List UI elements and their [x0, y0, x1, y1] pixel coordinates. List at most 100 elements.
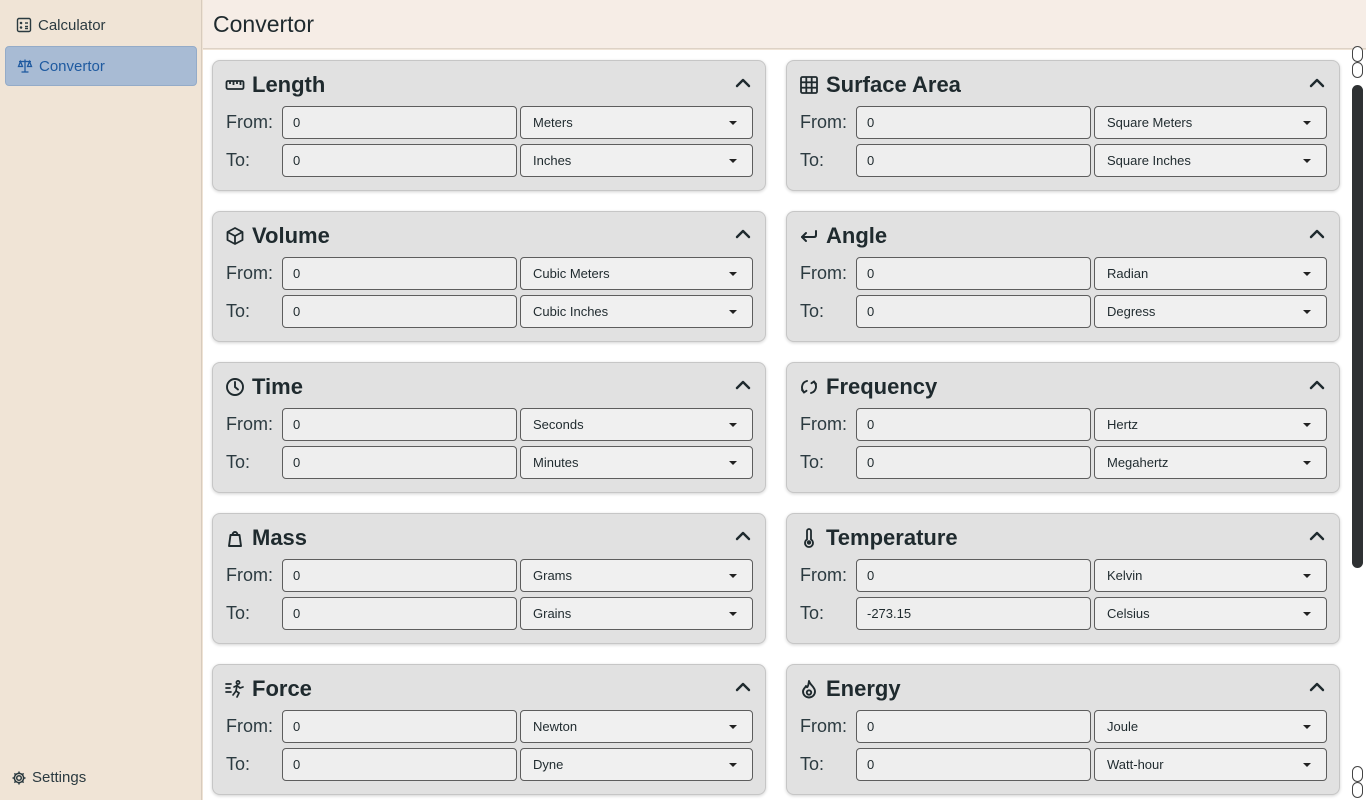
to-unit-select[interactable]: Cubic Inches: [520, 295, 753, 328]
card-title-text: Angle: [826, 223, 888, 248]
converter-content: Length From: 0 Meters To: 0 Inches Surface Area…: [203, 50, 1349, 800]
card-title: Angle: [799, 223, 887, 249]
to-unit-value: Megahertz: [1107, 455, 1169, 470]
from-unit-select[interactable]: Newton: [520, 710, 753, 743]
card-title-text: Mass: [252, 525, 308, 550]
scroll-down-cap[interactable]: [1352, 766, 1363, 782]
to-unit-select[interactable]: Megahertz: [1094, 446, 1327, 479]
to-value-input[interactable]: 0: [856, 748, 1091, 781]
to-unit-value: Square Inches: [1107, 153, 1191, 168]
from-row: From: 0 Hertz: [800, 408, 1327, 441]
from-unit-select[interactable]: Cubic Meters: [520, 257, 753, 290]
chevron-up-icon[interactable]: [1307, 526, 1327, 546]
from-unit-select[interactable]: Joule: [1094, 710, 1327, 743]
to-unit-select[interactable]: Inches: [520, 144, 753, 177]
from-row: From: 0 Seconds: [226, 408, 753, 441]
cycle-icon: [799, 377, 819, 397]
calculator-icon: [16, 17, 32, 33]
from-label: From:: [226, 716, 273, 736]
caret-down-icon: [1303, 423, 1311, 427]
caret-down-icon: [729, 310, 737, 314]
scroll-down-cap-2[interactable]: [1352, 782, 1363, 798]
nav-item-calculator[interactable]: Calculator: [5, 5, 197, 45]
to-value-input[interactable]: 0: [282, 144, 517, 177]
chevron-up-icon[interactable]: [733, 677, 753, 697]
from-value-input[interactable]: 0: [282, 106, 517, 139]
from-unit-select[interactable]: Meters: [520, 106, 753, 139]
chevron-up-icon[interactable]: [1307, 224, 1327, 244]
scroll-thumb[interactable]: [1352, 85, 1363, 568]
from-unit-select[interactable]: Seconds: [520, 408, 753, 441]
to-unit-select[interactable]: Watt-hour: [1094, 748, 1327, 781]
converter-card-energy: Energy From: 0 Joule To: 0 Watt-hour: [786, 664, 1340, 795]
from-value-input[interactable]: 0: [282, 710, 517, 743]
from-row: From: 0 Kelvin: [800, 559, 1327, 592]
from-value-input[interactable]: 0: [856, 559, 1091, 592]
to-unit-select[interactable]: Celsius: [1094, 597, 1327, 630]
from-value-input[interactable]: 0: [856, 710, 1091, 743]
clock-icon: [225, 377, 245, 397]
from-row: From: 0 Grams: [226, 559, 753, 592]
chevron-up-icon[interactable]: [733, 224, 753, 244]
from-unit-value: Joule: [1107, 719, 1139, 734]
from-unit-select[interactable]: Kelvin: [1094, 559, 1327, 592]
card-title-text: Volume: [252, 223, 330, 248]
from-row: From: 0 Radian: [800, 257, 1327, 290]
chevron-up-icon[interactable]: [733, 73, 753, 93]
to-value-input[interactable]: 0: [856, 446, 1091, 479]
settings-button[interactable]: Settings: [11, 769, 86, 786]
from-unit-select[interactable]: Radian: [1094, 257, 1327, 290]
card-title: Volume: [225, 223, 330, 249]
chevron-up-icon[interactable]: [1307, 73, 1327, 93]
to-value-input[interactable]: 0: [856, 144, 1091, 177]
from-value-input[interactable]: 0: [856, 106, 1091, 139]
from-value-input[interactable]: 0: [856, 257, 1091, 290]
to-unit-select[interactable]: Degress: [1094, 295, 1327, 328]
caret-down-icon: [729, 725, 737, 729]
scroll-up-cap-2[interactable]: [1352, 62, 1363, 78]
to-value-input[interactable]: -273.15: [856, 597, 1091, 630]
to-value-input[interactable]: 0: [282, 597, 517, 630]
caret-down-icon: [1303, 310, 1311, 314]
to-value-input[interactable]: 0: [856, 295, 1091, 328]
chevron-up-icon[interactable]: [1307, 375, 1327, 395]
to-value-input[interactable]: 0: [282, 446, 517, 479]
from-value-input[interactable]: 0: [282, 408, 517, 441]
caret-down-icon: [1303, 159, 1311, 163]
from-label: From:: [800, 263, 847, 283]
to-unit-select[interactable]: Minutes: [520, 446, 753, 479]
from-label: From:: [800, 565, 847, 585]
to-value-input[interactable]: 0: [282, 748, 517, 781]
from-label: From:: [226, 565, 273, 585]
scrollbar[interactable]: [1349, 46, 1366, 800]
ruler-icon: [225, 75, 245, 95]
to-label: To:: [800, 603, 825, 623]
from-unit-select[interactable]: Hertz: [1094, 408, 1327, 441]
nav-item-convertor[interactable]: Convertor: [5, 46, 197, 86]
converter-grid: Length From: 0 Meters To: 0 Inches Surface Area…: [212, 60, 1340, 795]
card-title: Surface Area: [799, 72, 961, 98]
converter-card-surface-area: Surface Area From: 0 Square Meters To: 0 Squar…: [786, 60, 1340, 191]
from-value-input[interactable]: 0: [856, 408, 1091, 441]
to-unit-select[interactable]: Grains: [520, 597, 753, 630]
card-title-text: Force: [252, 676, 312, 701]
card-title: Energy: [799, 676, 901, 702]
card-title: Length: [225, 72, 325, 98]
to-label: To:: [226, 452, 251, 472]
from-row: From: 0 Meters: [226, 106, 753, 139]
gear-icon: [12, 771, 26, 784]
from-value-input[interactable]: 0: [282, 559, 517, 592]
scroll-up-cap[interactable]: [1352, 46, 1363, 62]
converter-card-force: Force From: 0 Newton To: 0 Dyne: [212, 664, 766, 795]
card-title-text: Energy: [826, 676, 901, 701]
chevron-up-icon[interactable]: [733, 375, 753, 395]
from-value-input[interactable]: 0: [282, 257, 517, 290]
to-unit-select[interactable]: Square Inches: [1094, 144, 1327, 177]
from-unit-select[interactable]: Square Meters: [1094, 106, 1327, 139]
to-unit-select[interactable]: Dyne: [520, 748, 753, 781]
from-unit-select[interactable]: Grams: [520, 559, 753, 592]
chevron-up-icon[interactable]: [1307, 677, 1327, 697]
from-label: From:: [800, 112, 847, 132]
to-value-input[interactable]: 0: [282, 295, 517, 328]
chevron-up-icon[interactable]: [733, 526, 753, 546]
